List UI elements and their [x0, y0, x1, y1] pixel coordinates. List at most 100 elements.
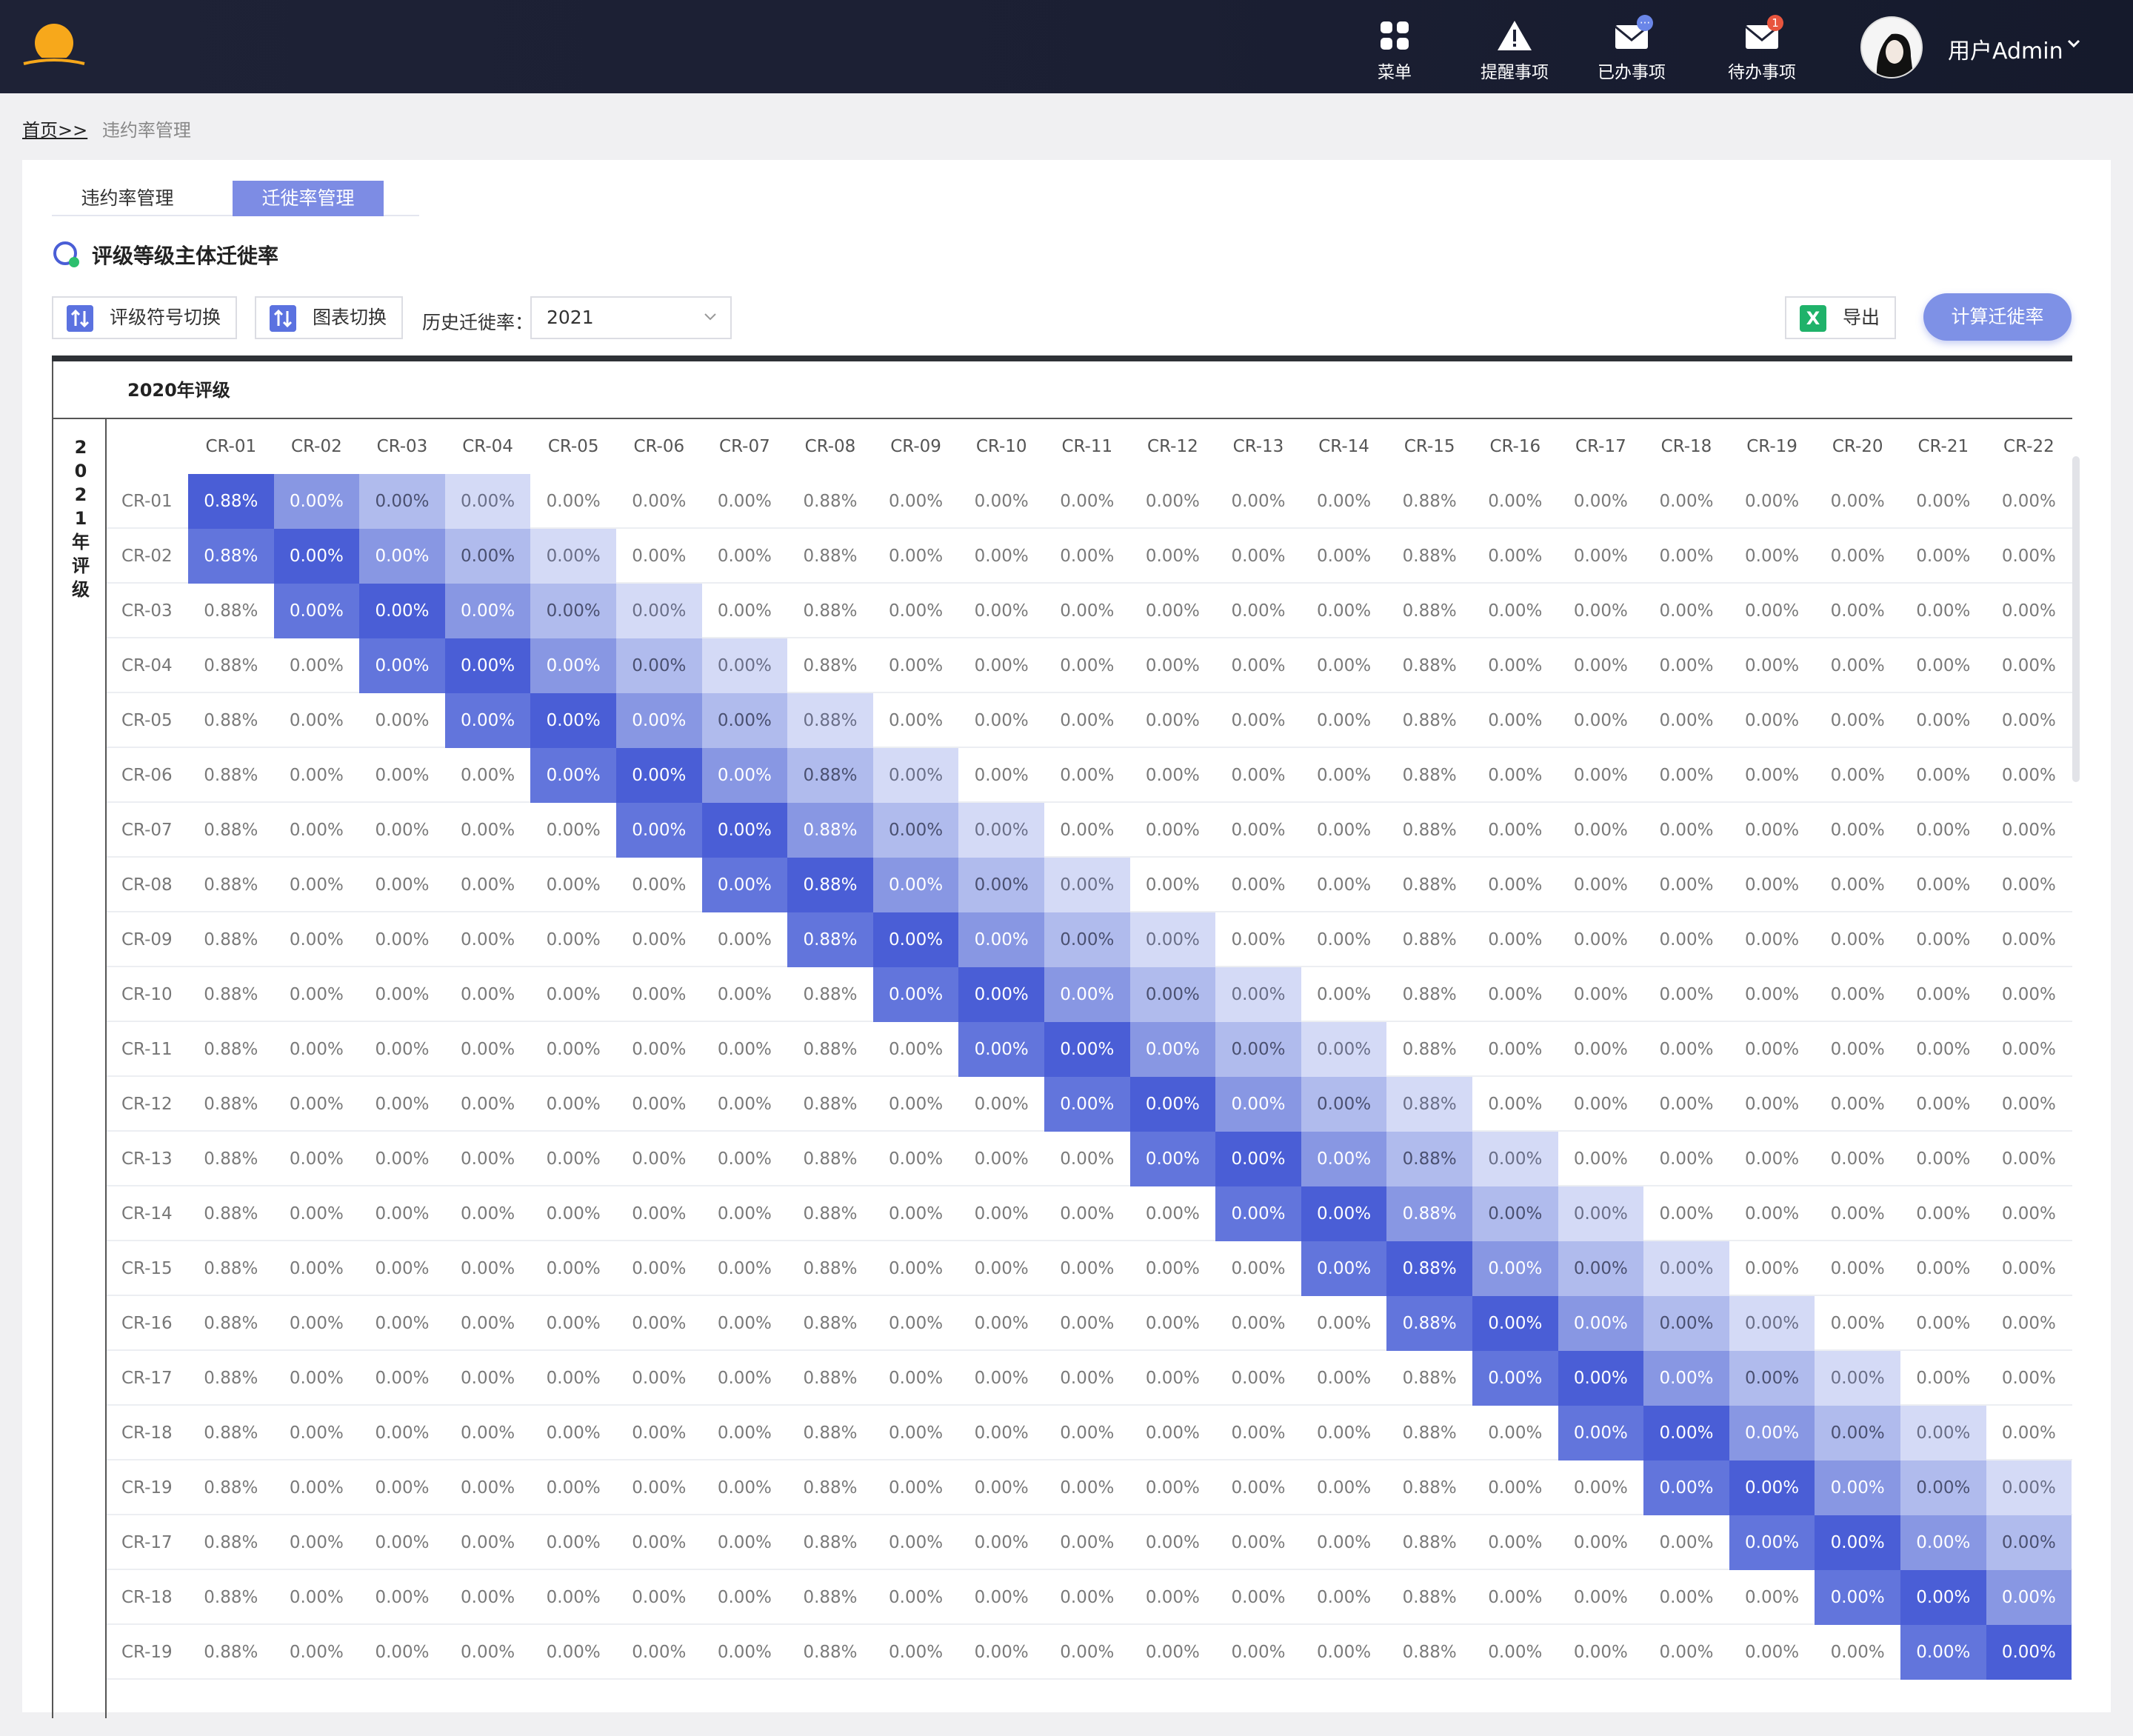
row-header: CR-06: [121, 766, 173, 785]
matrix-cell: 0.00%: [546, 875, 601, 895]
matrix-cell: 0.00%: [1488, 1095, 1543, 1114]
matrix-cell: 0.88%: [1402, 930, 1457, 949]
matrix-cell: 0.00%: [616, 584, 702, 638]
user-name[interactable]: 用户Admin: [1948, 33, 2063, 65]
matrix-cell: 0.00%: [2001, 711, 2056, 730]
matrix-cell: 0.00%: [1145, 1478, 1200, 1498]
matrix-cell: 0.00%: [717, 1369, 772, 1388]
chevron-down-icon[interactable]: [2066, 39, 2081, 49]
matrix-cell: 0.00%: [289, 1204, 344, 1223]
matrix-cell: 0.00%: [974, 1095, 1029, 1114]
avatar[interactable]: [1860, 16, 1923, 79]
table-row: CR-09 0.88% 0.00% 0.00% 0.00% 0.00% 0.00% 0.00%…: [107, 912, 2072, 967]
column-header: CR-16: [1489, 437, 1541, 456]
tab-bar: 违约率管理 迁徙率管理: [52, 181, 419, 216]
matrix-cell: 0.00%: [889, 1204, 944, 1223]
matrix-cell: 0.00%: [1986, 1460, 2072, 1515]
matrix-cell: 0.00%: [632, 1533, 687, 1552]
matrix-cell: 0.00%: [1317, 821, 1372, 840]
export-button[interactable]: X 导出: [1785, 296, 1897, 339]
matrix-cell: 0.88%: [1402, 1423, 1457, 1443]
matrix-cell: 0.00%: [1488, 821, 1543, 840]
matrix-cell: 0.00%: [1745, 601, 1800, 621]
rating-symbol-switch-button[interactable]: 评级符号切换: [52, 296, 238, 339]
tab-default-rate[interactable]: 违约率管理: [52, 181, 203, 216]
nav-done[interactable]: ··· 已办事项: [1583, 15, 1680, 82]
nav-done-label: 已办事项: [1598, 63, 1666, 82]
matrix-cell: 0.00%: [1745, 1040, 1800, 1059]
matrix-cell: 0.00%: [1745, 875, 1800, 895]
matrix-cell: 0.00%: [1916, 1369, 1971, 1388]
matrix-cell: 0.00%: [1573, 492, 1628, 511]
matrix-cell: 0.00%: [1900, 1460, 1986, 1515]
nav-reminders[interactable]: 提醒事项: [1466, 19, 1563, 82]
matrix-cell: 0.00%: [530, 638, 616, 693]
matrix-cell: 0.00%: [717, 1149, 772, 1169]
matrix-cell: 0.88%: [204, 930, 258, 949]
matrix-cell: 0.00%: [1830, 492, 1885, 511]
matrix-cell: 0.00%: [717, 547, 772, 566]
matrix-cell: 0.88%: [204, 821, 258, 840]
matrix-cell: 0.00%: [717, 1095, 772, 1114]
rating-symbol-switch-label: 评级符号切换: [110, 307, 221, 328]
matrix-cell: 0.00%: [2001, 1095, 2056, 1114]
matrix-cell: 0.00%: [2001, 656, 2056, 675]
matrix-cell: 0.88%: [803, 1149, 858, 1169]
matrix-cell: 0.00%: [1145, 766, 1200, 785]
table-row: CR-07 0.88% 0.00% 0.00% 0.00% 0.00% 0.00% 0.00%…: [107, 803, 2072, 858]
matrix-cell: 0.00%: [530, 748, 616, 803]
nav-menu[interactable]: 菜单: [1346, 19, 1443, 82]
matrix-cell: 0.88%: [803, 1478, 858, 1498]
matrix-cell: 0.00%: [1129, 1132, 1216, 1186]
matrix-cell: 0.88%: [204, 1040, 258, 1059]
year-select[interactable]: 2021: [530, 296, 732, 339]
table-row: CR-18 0.88% 0.00% 0.00% 0.00% 0.00% 0.00% 0.00%…: [107, 1406, 2072, 1460]
matrix-cell: 0.00%: [1986, 1570, 2072, 1625]
matrix-cell: 0.00%: [461, 985, 515, 1004]
nav-todo[interactable]: 1 待办事项: [1714, 15, 1810, 82]
matrix-cell: 0.00%: [461, 930, 515, 949]
matrix-cell: 0.88%: [1402, 1040, 1457, 1059]
matrix-cell: 0.00%: [632, 1423, 687, 1443]
matrix-cell: 0.00%: [1659, 1149, 1714, 1169]
column-header: CR-10: [975, 437, 1027, 456]
matrix-cell: 0.00%: [1317, 492, 1372, 511]
vertical-scrollbar[interactable]: [2072, 456, 2080, 782]
matrix-cell: 0.00%: [546, 1314, 601, 1333]
matrix-cell: 0.00%: [1830, 656, 1885, 675]
matrix-cell: 0.00%: [1145, 1643, 1200, 1662]
matrix-cell: 0.88%: [1402, 656, 1457, 675]
row-header: CR-18: [121, 1423, 173, 1443]
matrix-cell: 0.00%: [1573, 1643, 1628, 1662]
row-axis-char: 0: [74, 461, 87, 481]
calculate-migration-button[interactable]: 计算迁徙率: [1923, 293, 2072, 341]
matrix-cell: 0.00%: [461, 1259, 515, 1278]
matrix-cell: 0.00%: [546, 1040, 601, 1059]
matrix-cell: 0.88%: [1402, 601, 1457, 621]
main-panel: 违约率管理 迁徙率管理 评级等级主体迁徙率 评级符号切换 图表切换 历史迁徙率：…: [22, 160, 2111, 1718]
matrix-cell: 0.00%: [375, 1259, 430, 1278]
matrix-cell: 0.00%: [1659, 985, 1714, 1004]
matrix-cell: 0.88%: [787, 693, 873, 748]
matrix-cell: 0.00%: [1145, 1533, 1200, 1552]
table-row: CR-19 0.88% 0.00% 0.00% 0.00% 0.00% 0.00% 0.00%…: [107, 1625, 2072, 1680]
matrix-cell: 0.00%: [1145, 1423, 1200, 1443]
matrix-cell: 0.00%: [1815, 1460, 1900, 1515]
table-row: CR-05 0.88% 0.00% 0.00% 0.00% 0.00% 0.00% 0.00%…: [107, 693, 2072, 748]
row-header: CR-09: [121, 930, 173, 949]
chart-switch-button[interactable]: 图表切换: [255, 296, 404, 339]
matrix-cell: 0.00%: [632, 1478, 687, 1498]
matrix-cell: 0.00%: [375, 1149, 430, 1169]
matrix-cell: 0.00%: [1129, 1077, 1216, 1132]
sun-logo-icon: [21, 24, 87, 71]
matrix-cell: 0.00%: [289, 766, 344, 785]
matrix-cell: 0.88%: [204, 1478, 258, 1498]
matrix-cell: 0.00%: [1830, 711, 1885, 730]
matrix-cell: 0.00%: [1231, 711, 1286, 730]
matrix-cell: 0.88%: [787, 748, 873, 803]
matrix-cell: 0.00%: [375, 1369, 430, 1388]
tab-migration-rate[interactable]: 迁徙率管理: [233, 181, 384, 216]
breadcrumb-home-link[interactable]: 首页>>: [22, 120, 87, 141]
matrix-cell: 0.00%: [889, 1259, 944, 1278]
matrix-cell: 0.00%: [1488, 1588, 1543, 1607]
